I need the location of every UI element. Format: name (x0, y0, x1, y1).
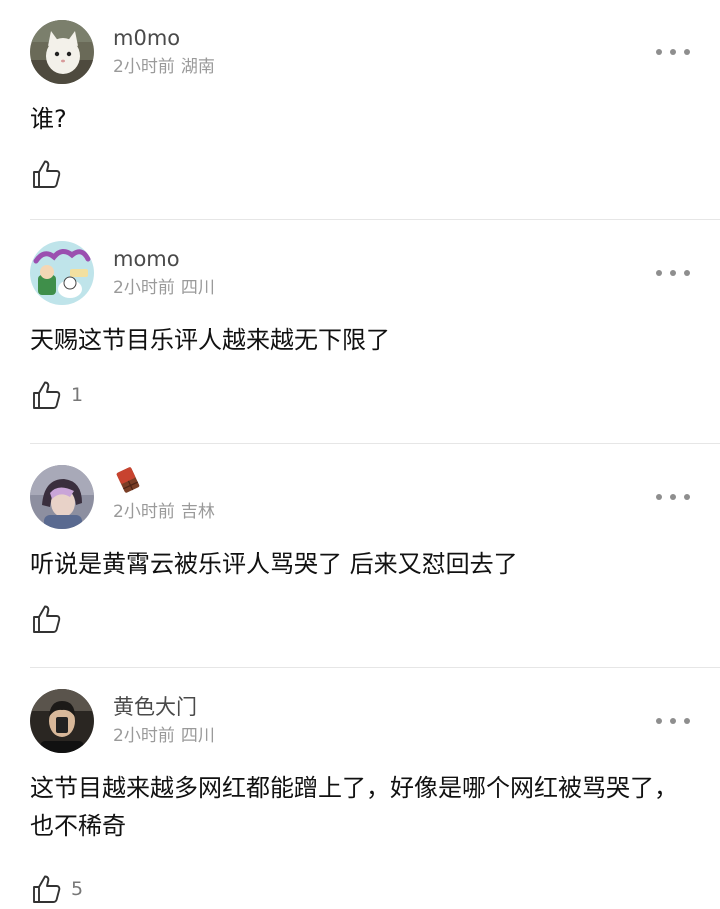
divider (30, 219, 720, 220)
comment-time: 2小时前 (113, 502, 175, 522)
comment-text: 天赐这节目乐评人越来越无下限了 (30, 326, 390, 354)
divider (30, 443, 720, 444)
comment-meta: 2小时前 吉林 (113, 500, 215, 524)
username[interactable]: m0mo (113, 24, 180, 52)
more-dots-icon[interactable] (656, 487, 690, 507)
cat-avatar-image (30, 20, 94, 84)
like-count: 5 (71, 878, 84, 900)
comment-text: 谁? (30, 105, 67, 133)
comment-location: 吉林 (180, 502, 215, 522)
comment-time: 2小时前 (113, 278, 175, 298)
comment-location: 四川 (180, 726, 215, 746)
more-dots-icon[interactable] (656, 263, 690, 283)
username[interactable]: 黄色大门 (113, 693, 197, 721)
thumbs-up-icon (33, 381, 61, 409)
like-button[interactable]: 1 (30, 375, 83, 415)
comment-text: 听说是黄霄云被乐评人骂哭了 后来又怼回去了 (30, 550, 518, 578)
like-button[interactable] (30, 599, 71, 639)
like-count: 1 (71, 384, 84, 406)
avatar[interactable] (30, 20, 94, 84)
divider (30, 667, 720, 668)
username[interactable]: momo (113, 245, 180, 273)
thumbs-up-icon (33, 605, 61, 633)
comment-item: m0mo 2小时前 湖南 谁? (0, 0, 720, 220)
comment-meta: 2小时前 四川 (113, 724, 215, 748)
comment-time: 2小时前 (113, 57, 175, 77)
person-avatar-image (30, 465, 94, 529)
thumbs-up-icon (33, 160, 61, 188)
comment-item: 黄色大门 2小时前 四川 这节目越来越多网红都能蹭上了，好像是哪个网红被骂哭了，也… (0, 669, 720, 905)
comment-location: 四川 (180, 278, 215, 298)
more-dots-icon[interactable] (656, 711, 690, 731)
comment-location: 湖南 (180, 57, 215, 77)
comment-text: 这节目越来越多网红都能蹭上了，好像是哪个网红被骂哭了，也不稀奇 (30, 774, 678, 840)
comment-feed: m0mo 2小时前 湖南 谁? momo 2小时前 四川 天赐这节目乐评人越来越… (0, 0, 720, 905)
comment-item: 2小时前 吉林 听说是黄霄云被乐评人骂哭了 后来又怼回去了 (0, 445, 720, 668)
cartoon-avatar-image (30, 241, 94, 305)
like-button[interactable]: 5 (30, 869, 83, 909)
comment-meta: 2小时前 湖南 (113, 55, 215, 79)
comment-item: momo 2小时前 四川 天赐这节目乐评人越来越无下限了 1 (0, 221, 720, 444)
thumbs-up-icon (33, 875, 61, 903)
avatar[interactable] (30, 241, 94, 305)
comment-time: 2小时前 (113, 726, 175, 746)
selfie-avatar-image (30, 689, 94, 753)
more-dots-icon[interactable] (656, 42, 690, 62)
avatar[interactable] (30, 465, 94, 529)
like-button[interactable] (30, 154, 71, 194)
chocolate-bar-emoji (116, 467, 140, 493)
comment-meta: 2小时前 四川 (113, 276, 215, 300)
avatar[interactable] (30, 689, 94, 753)
